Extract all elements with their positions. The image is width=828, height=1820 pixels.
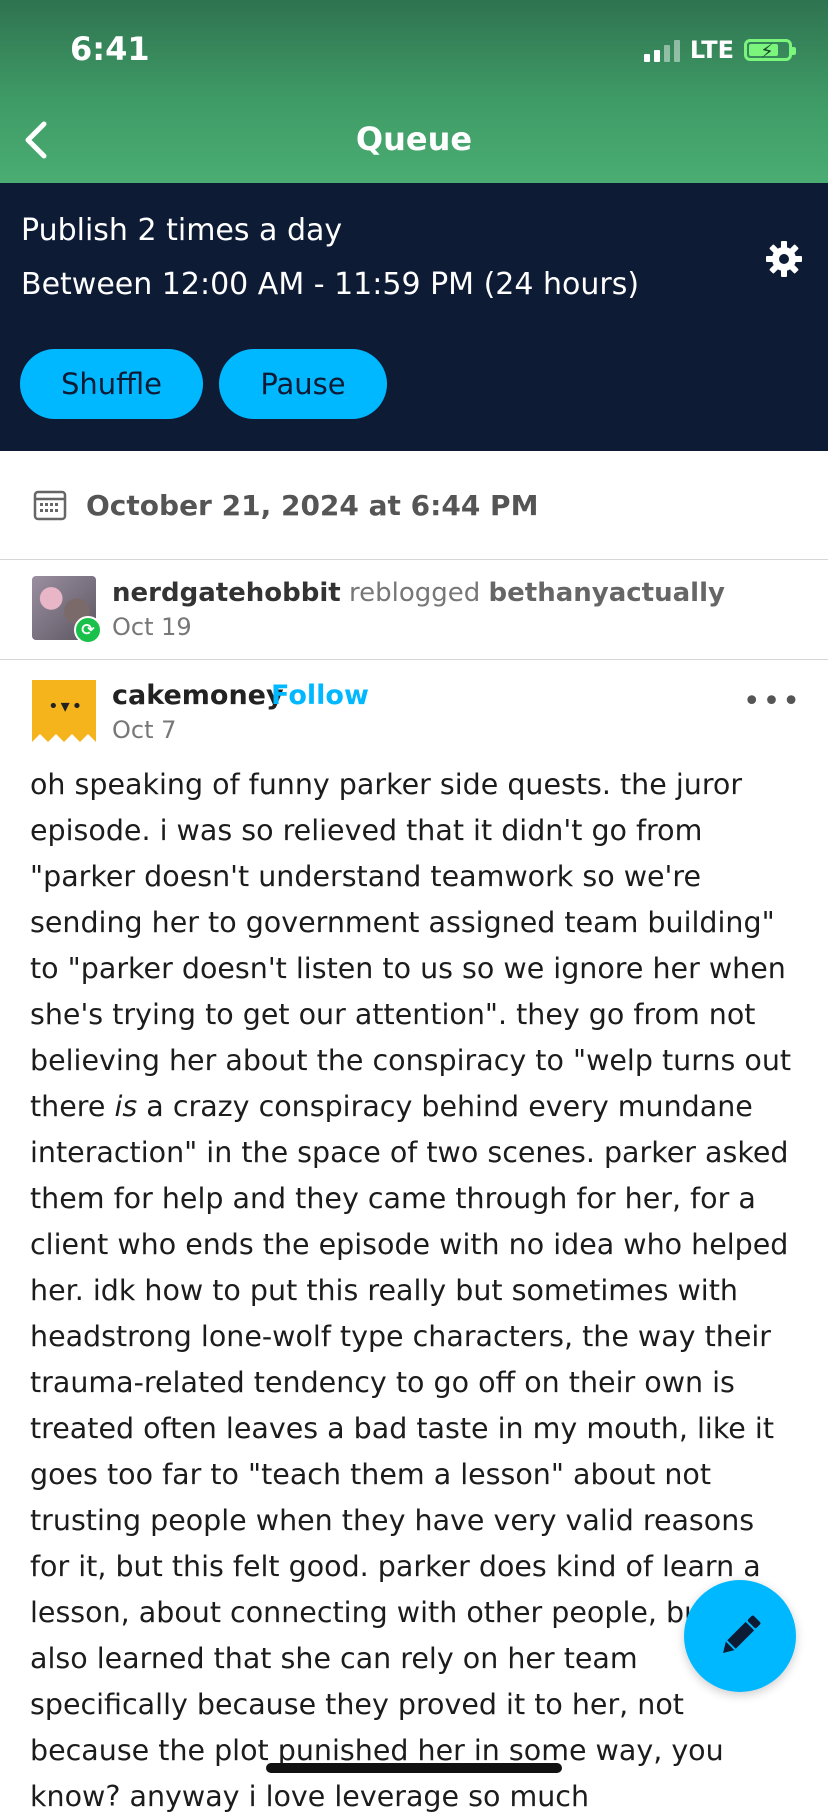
pause-button[interactable]: Pause: [219, 349, 387, 419]
post-date: Oct 7: [112, 716, 177, 744]
reblog-icon: ⟳: [74, 616, 102, 644]
shuffle-button[interactable]: Shuffle: [20, 349, 203, 419]
post-text-part1: oh speaking of funny parker side quests.…: [30, 768, 792, 1123]
status-time: 6:41: [70, 30, 150, 68]
reblog-action: reblogged: [349, 578, 481, 608]
author-avatar[interactable]: •▾•: [32, 680, 96, 730]
battery-icon: ⚡: [744, 39, 796, 62]
calendar-icon: [33, 490, 67, 521]
scheduled-date: October 21, 2024 at 6:44 PM: [86, 489, 539, 522]
reblog-date: Oct 19: [112, 613, 192, 641]
more-options-icon[interactable]: •••: [743, 684, 802, 719]
follow-button[interactable]: Follow: [271, 680, 369, 711]
signal-icon: [643, 38, 680, 62]
publish-frequency: Publish 2 times a day: [21, 213, 343, 248]
network-label: LTE: [689, 36, 734, 64]
reblogger-name[interactable]: nerdgatehobbit: [112, 578, 341, 608]
reblog-source-name[interactable]: bethanyactually: [489, 578, 725, 608]
compose-button[interactable]: [684, 1580, 796, 1692]
reblog-header: ⟳ nerdgatehobbit reblogged bethanyactual…: [0, 560, 828, 660]
page-title: Queue: [355, 120, 473, 158]
post-author[interactable]: cakemoney: [112, 680, 284, 711]
post-text-emphasis: is: [114, 1090, 138, 1123]
home-indicator[interactable]: [266, 1763, 562, 1773]
queue-schedule-panel: Publish 2 times a day Between 12:00 AM -…: [0, 183, 828, 451]
gear-icon[interactable]: [764, 239, 804, 279]
publish-window: Between 12:00 AM - 11:59 PM (24 hours): [21, 267, 640, 302]
post-text-part2: a crazy conspiracy behind every mundane …: [30, 1090, 789, 1813]
status-indicators: LTE ⚡: [643, 36, 796, 64]
author-avatar-edge: [32, 730, 96, 742]
post-text: oh speaking of funny parker side quests.…: [30, 762, 800, 1820]
post-body: oh speaking of funny parker side quests.…: [30, 762, 800, 1820]
scheduled-date-row[interactable]: October 21, 2024 at 6:44 PM: [0, 451, 828, 560]
app-header: 6:41 LTE ⚡ Queue: [0, 0, 828, 183]
pencil-icon: [723, 1615, 761, 1653]
reblog-attribution: nerdgatehobbit reblogged bethanyactually: [112, 578, 725, 608]
post-header: •▾• cakemoney Follow Oct 7 •••: [0, 660, 828, 760]
